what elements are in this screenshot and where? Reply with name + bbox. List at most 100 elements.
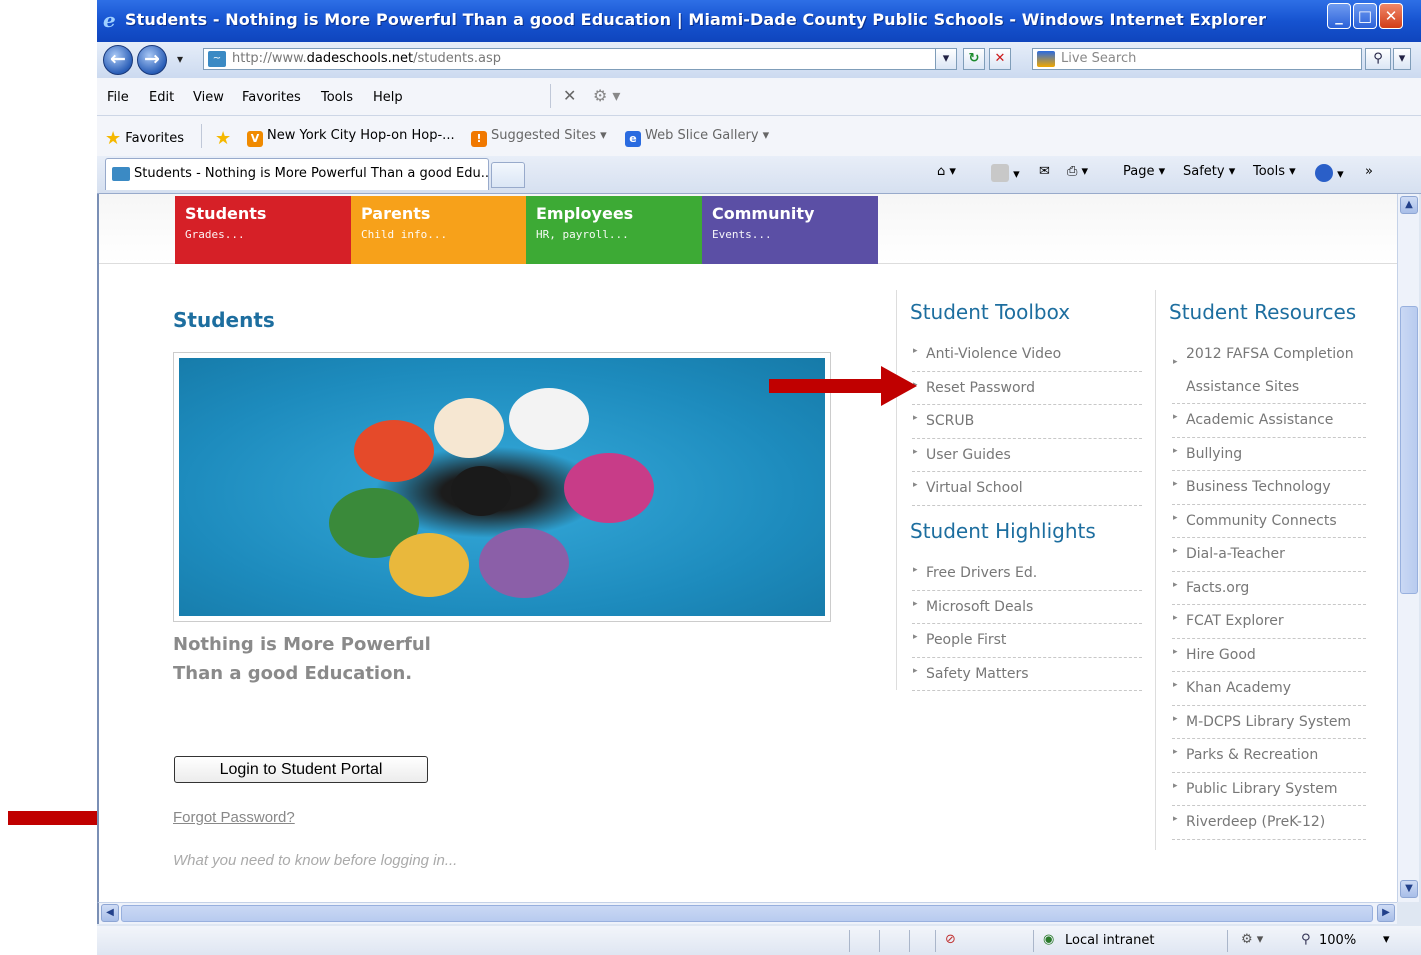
scroll-left-icon[interactable]: ◀ bbox=[101, 904, 119, 922]
what-to-know-link[interactable]: What you need to know before logging in.… bbox=[173, 852, 457, 869]
help-icon[interactable]: ▾ bbox=[1315, 164, 1344, 182]
annotation-arrow-reset-password bbox=[769, 366, 919, 406]
resource-item-fafsa[interactable]: 2012 FAFSA Completion Assistance Sites bbox=[1172, 338, 1366, 404]
forward-button[interactable]: → bbox=[137, 45, 167, 75]
tools-menu[interactable]: Tools ▾ bbox=[1253, 164, 1296, 179]
safety-menu[interactable]: Safety ▾ bbox=[1183, 164, 1235, 179]
menu-view[interactable]: View bbox=[193, 90, 224, 105]
nav-tab-title: Community bbox=[712, 204, 815, 223]
refresh-icon[interactable]: ↻ bbox=[963, 48, 985, 70]
recent-pages-dropdown-icon[interactable]: ▾ bbox=[177, 52, 183, 66]
resource-item-community-connects[interactable]: Community Connects bbox=[1172, 505, 1366, 538]
fav-item-web-slice-gallery[interactable]: e Web Slice Gallery ▾ bbox=[625, 128, 769, 147]
feeds-icon[interactable]: ▾ bbox=[991, 164, 1020, 182]
back-button[interactable]: ← bbox=[103, 45, 133, 75]
scroll-up-icon[interactable]: ▲ bbox=[1400, 196, 1418, 214]
add-favorites-icon[interactable]: ★ bbox=[215, 128, 231, 149]
url-prefix: http://www. bbox=[232, 51, 307, 66]
horizontal-scrollbar[interactable]: ◀ ▶ bbox=[97, 902, 1397, 924]
toolbar-overflow-icon[interactable]: » bbox=[1365, 164, 1373, 179]
resource-item-khan-academy[interactable]: Khan Academy bbox=[1172, 672, 1366, 706]
nav-tab-parents[interactable]: Parents Child info... bbox=[351, 196, 526, 264]
toolbox-heading: Student Toolbox bbox=[910, 300, 1071, 324]
toolbox-item-virtual-school[interactable]: Virtual School bbox=[912, 472, 1142, 506]
intranet-zone-icon: ◉ bbox=[1043, 932, 1055, 947]
page-menu[interactable]: Page ▾ bbox=[1123, 164, 1165, 179]
scroll-down-icon[interactable]: ▼ bbox=[1400, 880, 1418, 898]
vertical-scroll-thumb[interactable] bbox=[1400, 306, 1418, 594]
new-tab-button[interactable] bbox=[491, 162, 525, 188]
highlights-heading: Student Highlights bbox=[910, 519, 1096, 543]
login-student-portal-button[interactable]: Login to Student Portal bbox=[174, 756, 428, 783]
close-button[interactable]: ✕ bbox=[1379, 3, 1403, 29]
fav-item-suggested-sites[interactable]: ! Suggested Sites ▾ bbox=[471, 128, 607, 147]
favorites-button[interactable]: ★ Favorites bbox=[105, 128, 184, 149]
highlights-list: Free Drivers Ed. Microsoft Deals People … bbox=[912, 557, 1142, 691]
menu-tools[interactable]: Tools bbox=[321, 90, 353, 105]
column-divider bbox=[896, 290, 897, 690]
window-title: Students - Nothing is More Powerful Than… bbox=[125, 10, 1267, 29]
minimize-button[interactable]: _ bbox=[1327, 3, 1351, 29]
mail-icon[interactable]: ✉ bbox=[1039, 164, 1050, 179]
manage-addons-icon[interactable]: ⚙ ▾ bbox=[1241, 932, 1263, 947]
nav-tab-students[interactable]: Students Grades... bbox=[175, 196, 351, 264]
resource-item-library-system[interactable]: M-DCPS Library System bbox=[1172, 706, 1366, 739]
resource-item-bullying[interactable]: Bullying bbox=[1172, 438, 1366, 471]
resource-item-parks-recreation[interactable]: Parks & Recreation bbox=[1172, 739, 1366, 773]
zoom-icon[interactable]: ⚲ bbox=[1301, 932, 1311, 947]
resource-item-dial-a-teacher[interactable]: Dial-a-Teacher bbox=[1172, 538, 1366, 572]
stop-icon[interactable]: ✕ bbox=[989, 48, 1011, 70]
url-input[interactable]: ~ http://www.dadeschools.net/students.as… bbox=[203, 48, 953, 70]
resource-item-facts-org[interactable]: Facts.org bbox=[1172, 572, 1366, 605]
menu-file[interactable]: File bbox=[107, 90, 129, 105]
search-icon[interactable]: ⚲ bbox=[1365, 48, 1391, 70]
highlight-item-drivers-ed[interactable]: Free Drivers Ed. bbox=[912, 557, 1142, 591]
ie-logo-icon: e bbox=[103, 8, 116, 32]
tagline-line-1: Nothing is More Powerful bbox=[173, 634, 431, 655]
menu-help[interactable]: Help bbox=[373, 90, 403, 105]
close-toolbar-icon[interactable]: ✕ bbox=[563, 86, 576, 105]
toolbox-item-user-guides[interactable]: User Guides bbox=[912, 439, 1142, 472]
vertical-scrollbar[interactable]: ▲ ▼ bbox=[1397, 194, 1419, 902]
home-icon[interactable]: ⌂ ▾ bbox=[937, 164, 956, 179]
nav-tab-title: Parents bbox=[361, 204, 431, 223]
menu-favorites[interactable]: Favorites bbox=[242, 90, 301, 105]
menu-bar: File Edit View Favorites Tools Help ✕ ⚙ … bbox=[97, 78, 1421, 116]
scroll-right-icon[interactable]: ▶ bbox=[1377, 904, 1395, 922]
resource-item-academic-assistance[interactable]: Academic Assistance bbox=[1172, 404, 1366, 438]
search-options-dropdown-icon[interactable]: ▾ bbox=[1393, 48, 1411, 70]
favbar-separator bbox=[201, 124, 202, 148]
horizontal-scroll-thumb[interactable] bbox=[121, 905, 1373, 922]
nav-tab-community[interactable]: Community Events... bbox=[702, 196, 878, 264]
search-input[interactable]: Live Search bbox=[1032, 48, 1362, 70]
highlight-item-microsoft-deals[interactable]: Microsoft Deals bbox=[912, 591, 1142, 624]
zoom-dropdown-icon[interactable]: ▾ bbox=[1383, 932, 1390, 947]
resource-item-public-library[interactable]: Public Library System bbox=[1172, 773, 1366, 806]
resource-item-fcat-explorer[interactable]: FCAT Explorer bbox=[1172, 605, 1366, 639]
resource-item-riverdeep[interactable]: Riverdeep (PreK-12) bbox=[1172, 806, 1366, 840]
toolbox-item-scrub[interactable]: SCRUB bbox=[912, 405, 1142, 439]
toolbox-item-anti-violence[interactable]: Anti-Violence Video bbox=[912, 338, 1142, 372]
maximize-button[interactable]: □ bbox=[1353, 3, 1377, 29]
toolbox-item-reset-password[interactable]: Reset Password bbox=[912, 372, 1142, 405]
resource-item-hire-good[interactable]: Hire Good bbox=[1172, 639, 1366, 672]
tab-bar: Students - Nothing is More Powerful Than… bbox=[97, 156, 1421, 194]
nav-tab-employees[interactable]: Employees HR, payroll... bbox=[526, 196, 702, 264]
nav-tab-sub: HR, payroll... bbox=[536, 228, 629, 241]
column-divider bbox=[1155, 290, 1156, 850]
highlight-item-safety-matters[interactable]: Safety Matters bbox=[912, 658, 1142, 691]
highlight-item-people-first[interactable]: People First bbox=[912, 624, 1142, 658]
hero-image-children-circle bbox=[179, 358, 825, 616]
menu-edit[interactable]: Edit bbox=[149, 90, 174, 105]
menu-separator bbox=[550, 84, 551, 108]
forgot-password-link[interactable]: Forgot Password? bbox=[173, 809, 295, 826]
viator-icon: V bbox=[247, 131, 263, 147]
protected-mode-icon: ⊘ bbox=[945, 932, 956, 947]
zoom-level[interactable]: 100% bbox=[1319, 933, 1356, 948]
tab-students[interactable]: Students - Nothing is More Powerful Than… bbox=[105, 158, 489, 190]
address-dropdown-icon[interactable]: ▾ bbox=[935, 48, 957, 70]
resource-item-business-technology[interactable]: Business Technology bbox=[1172, 471, 1366, 505]
translate-icon[interactable]: ⚙ ▾ bbox=[593, 86, 620, 105]
print-icon[interactable]: ⎙ ▾ bbox=[1067, 164, 1088, 179]
fav-item-nyc[interactable]: V New York City Hop-on Hop-... bbox=[247, 128, 455, 147]
